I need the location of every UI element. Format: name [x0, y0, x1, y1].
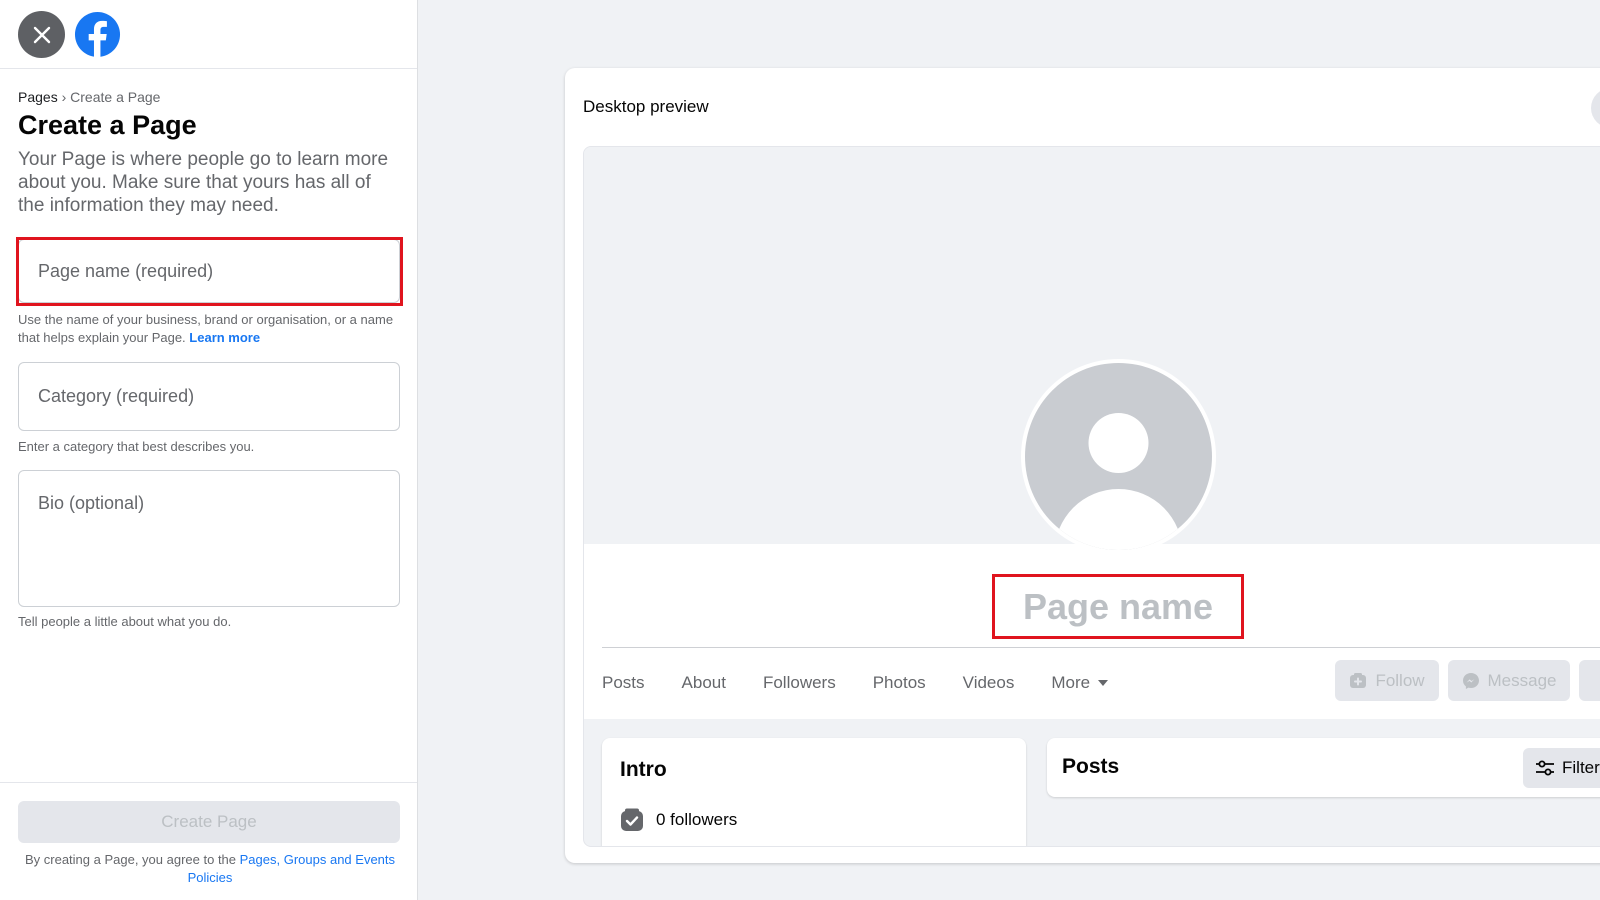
follow-button[interactable]: Follow: [1335, 660, 1439, 701]
create-page-button[interactable]: Create Page: [18, 801, 400, 843]
intro-title: Intro: [620, 758, 667, 781]
filters-button-label: Filters: [1562, 758, 1600, 777]
followers-row: 0 followers: [620, 808, 737, 832]
message-button[interactable]: Message: [1448, 660, 1570, 701]
facebook-logo-icon[interactable]: [74, 11, 121, 58]
sidebar-footer: Create Page By creating a Page, you agre…: [0, 782, 417, 900]
close-button[interactable]: [18, 11, 65, 58]
breadcrumb-pages-link[interactable]: Pages: [18, 89, 58, 105]
tab-photos[interactable]: Photos: [873, 673, 926, 693]
create-page-sidebar: Pages › Create a Page Create a Page Your…: [0, 0, 418, 900]
terms-notice: By creating a Page, you agree to the Pag…: [12, 851, 408, 887]
profile-tabs: Posts About Followers Photos Videos More: [602, 658, 1145, 708]
tab-followers[interactable]: Followers: [763, 673, 836, 693]
tab-more-label: More: [1051, 673, 1091, 692]
preview-toggle-button[interactable]: [1591, 88, 1600, 128]
followers-check-icon: [621, 808, 643, 831]
close-icon: [33, 26, 50, 43]
filters-button[interactable]: Filters: [1523, 748, 1600, 788]
default-avatar-icon: [1025, 363, 1212, 550]
followers-count: 0 followers: [656, 810, 738, 829]
bio-textarea[interactable]: [18, 470, 400, 607]
messenger-icon: [1462, 672, 1479, 689]
learn-more-link[interactable]: Learn more: [189, 330, 260, 345]
posts-card: Posts Filters: [1047, 738, 1600, 797]
preview-title: Desktop preview: [583, 97, 709, 116]
category-input[interactable]: [18, 362, 400, 431]
tab-more[interactable]: More: [1051, 673, 1109, 693]
category-help: Enter a category that best describes you…: [18, 439, 255, 454]
follow-icon: [1350, 672, 1367, 688]
avatar: [1021, 359, 1216, 554]
breadcrumb-separator: ›: [61, 89, 67, 105]
page-title: Create a Page: [18, 110, 197, 140]
intro-card: Intro 0 followers: [602, 738, 1026, 846]
follow-button-label: Follow: [1375, 670, 1425, 690]
page-description: Your Page is where people go to learn mo…: [18, 149, 389, 216]
tab-videos[interactable]: Videos: [963, 673, 1015, 693]
tab-posts[interactable]: Posts: [602, 673, 645, 693]
terms-prefix: By creating a Page, you agree to the: [24, 852, 237, 867]
tab-about[interactable]: About: [682, 673, 726, 693]
page-name-input[interactable]: [18, 239, 400, 303]
preview-page-name: Page name: [1022, 585, 1214, 627]
sidebar-topbar: [0, 0, 417, 69]
filters-sliders-icon: [1536, 760, 1554, 776]
posts-title: Posts: [1062, 755, 1120, 778]
more-options-button[interactable]: [1579, 660, 1600, 701]
page-name-help: Use the name of your business, brand or …: [18, 311, 398, 347]
message-button-label: Message: [1487, 670, 1557, 690]
bio-help: Tell people a little about what you do.: [18, 614, 232, 629]
breadcrumb: Pages › Create a Page: [18, 89, 160, 105]
caret-down-icon: [1098, 680, 1109, 686]
desktop-preview-card: Desktop preview Page name Posts About Fo…: [565, 68, 1600, 863]
preview-page: Page name Posts About Followers Photos V…: [583, 146, 1600, 847]
profile-divider: [602, 647, 1600, 648]
breadcrumb-current: Create a Page: [70, 89, 161, 105]
